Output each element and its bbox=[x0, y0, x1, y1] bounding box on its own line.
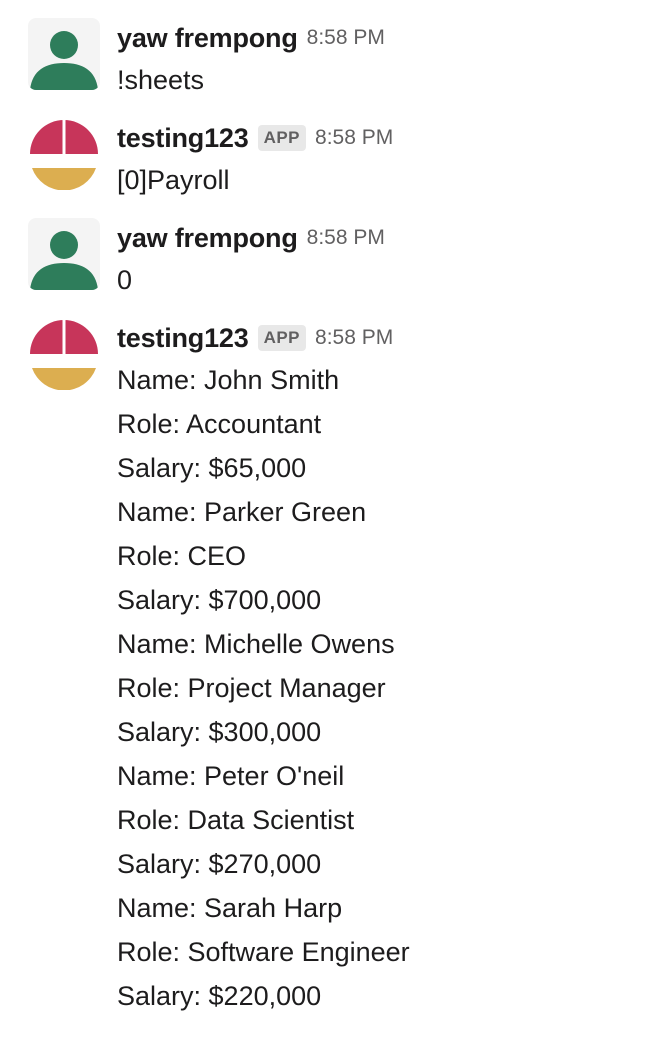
person-silhouette-icon bbox=[30, 231, 98, 290]
payroll-line: Role: Accountant bbox=[117, 409, 322, 439]
app-logo-icon bbox=[30, 118, 98, 190]
message-text: [0]Payroll bbox=[117, 165, 230, 195]
message-feed: yaw frempong 8:58 PM !sheets testing123 … bbox=[0, 0, 672, 1040]
payroll-line: Salary: $220,000 bbox=[117, 981, 322, 1011]
timestamp[interactable]: 8:58 PM bbox=[315, 126, 393, 150]
author-name[interactable]: yaw frempong bbox=[117, 223, 298, 254]
payroll-line: Role: CEO bbox=[117, 541, 247, 571]
timestamp[interactable]: 8:58 PM bbox=[307, 226, 385, 250]
message-content: yaw frempong 8:58 PM 0 bbox=[117, 218, 672, 302]
payroll-line: Role: Software Engineer bbox=[117, 937, 410, 967]
message-header: yaw frempong 8:58 PM bbox=[117, 218, 672, 258]
payroll-line: Salary: $270,000 bbox=[117, 849, 322, 879]
payroll-line: Role: Data Scientist bbox=[117, 805, 355, 835]
timestamp[interactable]: 8:58 PM bbox=[315, 326, 393, 350]
app-badge: APP bbox=[257, 125, 307, 151]
app-logo-icon bbox=[30, 318, 98, 390]
author-name[interactable]: testing123 bbox=[117, 123, 249, 154]
payroll-line: Salary: $300,000 bbox=[117, 717, 322, 747]
message-text: 0 bbox=[117, 265, 133, 295]
message-header: testing123 APP 8:58 PM bbox=[117, 118, 672, 158]
payroll-line: Salary: $700,000 bbox=[117, 585, 322, 615]
payroll-line: Name: John Smith bbox=[117, 365, 340, 395]
message-content: testing123 APP 8:58 PM [0]Payroll bbox=[117, 118, 672, 202]
payroll-line: Salary: $65,000 bbox=[117, 453, 307, 483]
payroll-line: Name: Parker Green bbox=[117, 497, 367, 527]
timestamp[interactable]: 8:58 PM bbox=[307, 26, 385, 50]
payroll-line: Name: Sarah Harp bbox=[117, 893, 343, 923]
message-header: testing123 APP 8:58 PM bbox=[117, 318, 672, 358]
app-badge: APP bbox=[257, 325, 307, 351]
author-name[interactable]: testing123 bbox=[117, 323, 249, 354]
person-silhouette-icon bbox=[30, 31, 98, 90]
message-content: yaw frempong 8:58 PM !sheets bbox=[117, 18, 672, 102]
avatar[interactable] bbox=[28, 318, 100, 390]
author-name[interactable]: yaw frempong bbox=[117, 23, 298, 54]
avatar[interactable] bbox=[28, 218, 100, 290]
payroll-line: Name: Peter O'neil bbox=[117, 761, 345, 791]
message-content: testing123 APP 8:58 PM Name: John Smith … bbox=[117, 318, 672, 1018]
avatar[interactable] bbox=[28, 118, 100, 190]
payroll-line: Role: Project Manager bbox=[117, 673, 386, 703]
message-header: yaw frempong 8:58 PM bbox=[117, 18, 672, 58]
message-text: !sheets bbox=[117, 65, 205, 95]
avatar[interactable] bbox=[28, 18, 100, 90]
payroll-line: Name: Michelle Owens bbox=[117, 629, 395, 659]
